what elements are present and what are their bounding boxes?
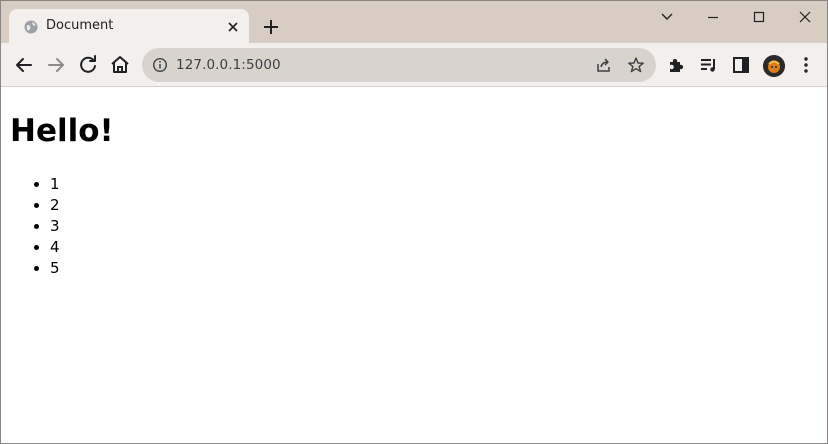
bookmark-star-icon[interactable] [627,56,645,74]
profile-avatar[interactable] [763,55,785,77]
share-icon[interactable] [595,56,613,74]
page-content: Hello! 1 2 3 4 5 [1,87,827,443]
address-bar[interactable]: 127.0.0.1:5000 [142,48,656,82]
forward-arrow-icon[interactable] [44,53,68,77]
extensions-puzzle-icon[interactable] [665,53,689,77]
page-heading: Hello! [10,113,114,149]
list-item: 5 [50,258,60,279]
tab-search-chevron-icon[interactable] [653,5,681,29]
new-tab-plus-icon[interactable] [261,17,281,37]
list-item: 1 [50,174,60,195]
tab-document[interactable]: Document [9,9,249,43]
side-panel-icon[interactable] [729,53,753,77]
site-info-icon[interactable] [152,57,168,73]
tab-title: Document [46,18,114,33]
reload-icon[interactable] [76,53,100,77]
window-close-icon[interactable] [791,5,819,29]
home-icon[interactable] [108,53,132,77]
minimize-icon[interactable] [699,5,727,29]
browser-menu-kebab-icon[interactable] [794,53,818,77]
list-item: 2 [50,195,60,216]
back-arrow-icon[interactable] [12,53,36,77]
tab-close-icon[interactable] [225,19,241,35]
number-list: 1 2 3 4 5 [10,174,60,279]
browser-window: Document 127.0.0.1:5000 Hello! • 1 • 2 •… [0,0,828,444]
globe-icon [23,19,39,35]
list-item: 4 [50,237,60,258]
list-item: 3 [50,216,60,237]
address-bar-url[interactable]: 127.0.0.1:5000 [176,57,281,73]
media-playlist-icon[interactable] [697,53,721,77]
tab-strip: Document [1,1,827,43]
maximize-icon[interactable] [745,5,773,29]
browser-toolbar: 127.0.0.1:5000 [1,43,827,87]
